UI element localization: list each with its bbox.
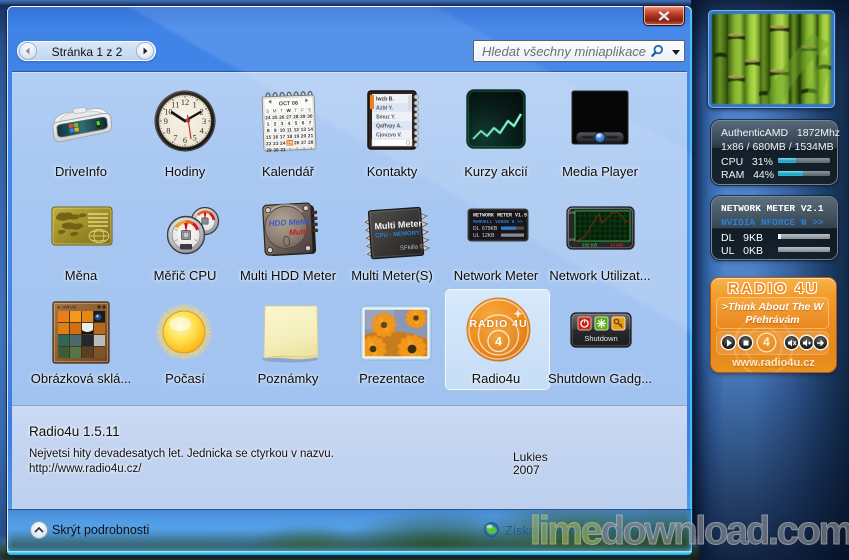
svg-text:10: 10 [280,128,286,134]
svg-text:Iwzb B.: Iwzb B. [376,97,394,103]
svg-text:18: 18 [287,134,293,140]
svg-text:T: T [294,108,297,113]
svg-text:21: 21 [308,133,314,139]
svg-text:2%: 2% [569,210,575,215]
svg-text:29: 29 [300,114,306,120]
svg-text:24: 24 [280,141,286,147]
svg-text:0%: 0% [569,237,575,242]
svg-text:T: T [280,108,283,113]
svg-text:S: S [308,107,311,112]
svg-text:⊕ codi.cld: ⊕ codi.cld [57,305,77,310]
svg-text:28: 28 [308,140,314,146]
svg-text:28: 28 [293,114,299,120]
svg-text:9: 9 [164,116,168,126]
svg-text:19: 19 [294,134,300,140]
svg-text:6: 6 [183,135,188,145]
svg-text:8: 8 [166,126,170,136]
svg-text:14: 14 [308,127,314,133]
svg-text:F: F [301,107,304,112]
svg-text:16: 16 [273,134,279,140]
svg-text:10 MB: 10 MB [610,243,624,248]
svg-text:26: 26 [294,140,300,146]
svg-text:DL 679KB: DL 679KB [473,226,498,232]
svg-text:30: 30 [273,147,279,153]
svg-text:Shutdown: Shutdown [584,334,617,343]
svg-text:1: 1 [192,99,196,109]
svg-text:Smuz Y.: Smuz Y. [376,115,396,121]
svg-text:232 KB: 232 KB [582,243,598,248]
svg-text:29: 29 [266,148,272,154]
svg-text:S: S [266,109,269,114]
svg-text:26: 26 [279,115,285,121]
svg-text:Qaffvpy A.: Qaffvpy A. [376,124,402,130]
svg-text:15: 15 [266,135,272,141]
svg-text:24: 24 [265,115,271,121]
svg-text:Multi: Multi [289,227,309,237]
svg-text:NETWORK METER V1.5: NETWORK METER V1.5 [473,213,527,219]
svg-text:23: 23 [273,141,279,147]
svg-text:13: 13 [301,127,307,133]
svg-text:30: 30 [307,114,313,120]
svg-text:5: 5 [192,133,196,143]
svg-text:4: 4 [495,335,502,349]
svg-text:25: 25 [287,140,293,146]
svg-text:17: 17 [280,134,286,140]
svg-text:27: 27 [301,140,307,146]
svg-text:UL 12KB: UL 12KB [473,233,495,239]
svg-text:12: 12 [181,97,190,107]
svg-text:RADIO 4U: RADIO 4U [469,318,527,330]
svg-text:7: 7 [173,133,178,143]
svg-text:M: M [273,108,277,113]
svg-text:22: 22 [266,141,272,147]
svg-text:20: 20 [301,133,307,139]
svg-text:Cjovzvo V.: Cjovzvo V. [376,133,402,139]
svg-text:27: 27 [286,114,292,120]
svg-text:MARVELL YUKON 8 >>: MARVELL YUKON 8 >> [473,219,523,225]
svg-text:4: 4 [199,126,204,136]
svg-text:OCT 06: OCT 06 [279,101,298,108]
svg-text:3: 3 [202,116,206,126]
svg-text:Azbt Y.: Azbt Y. [376,106,393,112]
svg-text:11: 11 [171,99,179,109]
svg-text:25: 25 [272,115,278,121]
svg-text:12: 12 [294,127,300,133]
svg-text:31: 31 [280,147,286,153]
svg-text:11: 11 [287,127,293,133]
